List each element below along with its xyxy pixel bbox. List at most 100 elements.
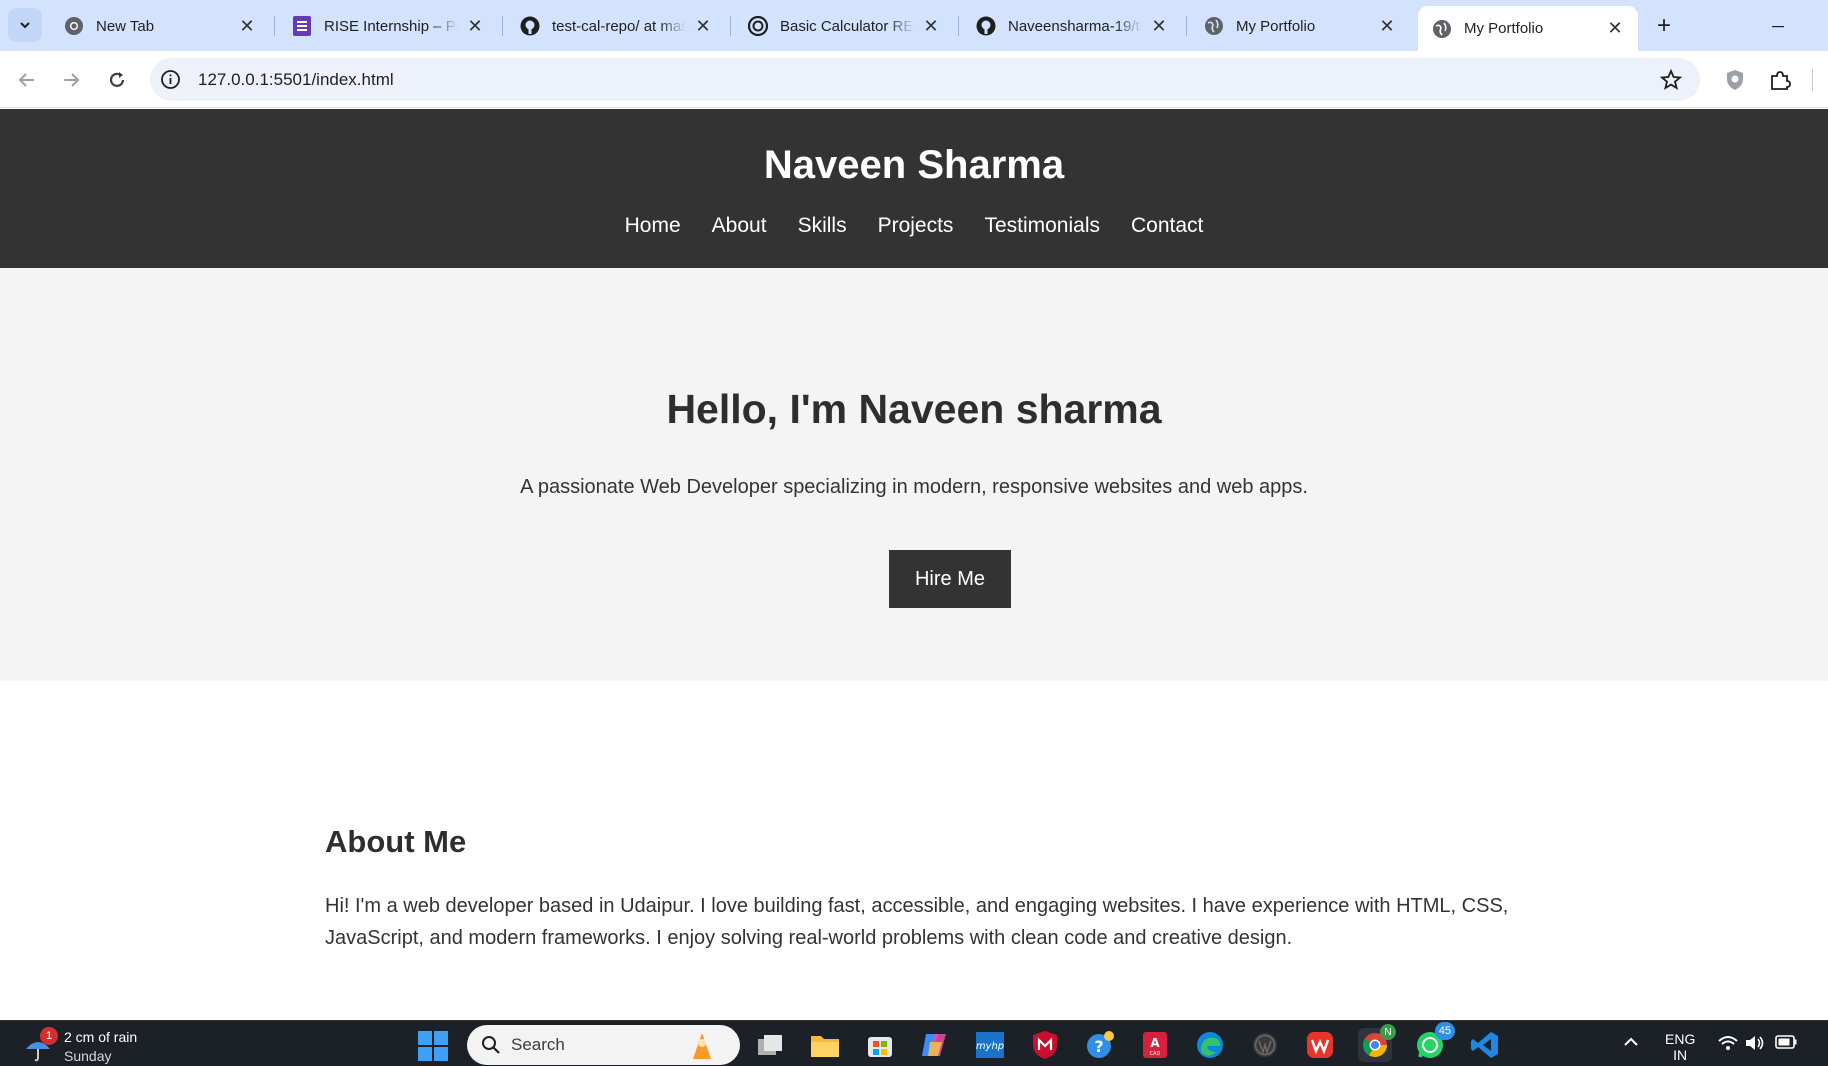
- tab-separator: [958, 16, 959, 36]
- tab-my-portfolio-active[interactable]: My Portfolio ✕: [1418, 6, 1638, 51]
- nav-link-testimonials[interactable]: Testimonials: [984, 214, 1100, 238]
- close-icon[interactable]: ✕: [464, 15, 486, 37]
- whatsapp-icon[interactable]: 45: [1413, 1022, 1455, 1062]
- myhp-icon[interactable]: myhp: [973, 1028, 1007, 1062]
- svg-text:CAD: CAD: [1150, 1051, 1161, 1057]
- battery-icon[interactable]: [1775, 1035, 1797, 1054]
- nav-link-contact[interactable]: Contact: [1131, 214, 1203, 238]
- tab-separator: [730, 16, 731, 36]
- nav-link-skills[interactable]: Skills: [798, 214, 847, 238]
- tab-separator: [502, 16, 503, 36]
- weather-summary: 2 cm of rain: [64, 1029, 138, 1045]
- site-name: Naveen Sharma: [763, 143, 1065, 187]
- nav-link-home[interactable]: Home: [625, 214, 681, 238]
- volume-icon[interactable]: [1745, 1034, 1765, 1057]
- task-view-icon[interactable]: [753, 1028, 787, 1062]
- google-forms-icon: [292, 16, 312, 36]
- extensions-puzzle-icon[interactable]: [1767, 67, 1793, 93]
- tab-title: New Tab: [96, 17, 155, 35]
- chrome-profile-badge: N: [1380, 1024, 1396, 1040]
- tab-separator: [1186, 16, 1187, 36]
- wifi-icon[interactable]: [1718, 1034, 1738, 1057]
- site-info-icon[interactable]: [160, 69, 181, 90]
- tab-title: Naveensharma-19/test: [1008, 17, 1142, 35]
- taskbar-search[interactable]: Search: [467, 1025, 740, 1065]
- search-label: Search: [511, 1035, 565, 1054]
- address-bar[interactable]: 127.0.0.1:5501/index.html: [150, 58, 1700, 101]
- copilot-icon[interactable]: [918, 1028, 952, 1062]
- arrow-left-icon: [18, 73, 34, 87]
- edge-icon[interactable]: [1193, 1028, 1227, 1062]
- mcafee-icon[interactable]: [1028, 1028, 1062, 1062]
- help-icon[interactable]: ?: [1083, 1028, 1117, 1062]
- tab-naveensharma-repo[interactable]: Naveensharma-19/test ✕: [962, 8, 1182, 44]
- reload-icon: [109, 72, 125, 87]
- language-indicator[interactable]: ENG IN: [1665, 1031, 1695, 1063]
- tab-title: test-cal-repo/ at master: [552, 17, 686, 35]
- nav-link-projects[interactable]: Projects: [878, 214, 954, 238]
- weather-day: Sunday: [64, 1048, 112, 1064]
- tab-my-portfolio[interactable]: My Portfolio ✕: [1190, 8, 1410, 44]
- shield-extension-icon[interactable]: [1722, 67, 1748, 93]
- about-heading: About Me: [325, 824, 467, 859]
- close-icon[interactable]: ✕: [692, 15, 714, 37]
- site-nav: Home About Skills Projects Testimonials …: [0, 214, 1828, 238]
- start-button[interactable]: [418, 1031, 448, 1061]
- taskbar: 1 2 cm of rain Sunday Search myhp ? A CAD: [0, 1020, 1828, 1066]
- svg-text:myhp: myhp: [976, 1041, 1004, 1052]
- chevron-down-icon: [20, 22, 30, 29]
- windows-logo-tile: [434, 1047, 448, 1061]
- windows-logo-tile: [418, 1031, 432, 1045]
- svg-text:A: A: [1150, 1036, 1160, 1050]
- wordpress-icon[interactable]: [1248, 1028, 1282, 1062]
- bookmark-star-icon[interactable]: [1659, 68, 1683, 91]
- tab-strip: New Tab ✕ RISE Internship – Project ✕ te…: [0, 0, 1828, 51]
- chrome-taskbar-icon[interactable]: N: [1358, 1024, 1396, 1062]
- openai-icon: [748, 16, 768, 36]
- chevron-up-icon[interactable]: [1622, 1033, 1640, 1056]
- about-section: About Me Hi! I'm a web developer based i…: [325, 824, 1525, 954]
- region-code: IN: [1673, 1047, 1688, 1063]
- browser-toolbar: 127.0.0.1:5501/index.html: [0, 51, 1828, 108]
- file-explorer-icon[interactable]: [808, 1028, 842, 1062]
- tab-new-tab[interactable]: New Tab ✕: [50, 8, 270, 44]
- tab-test-cal-repo[interactable]: test-cal-repo/ at master ✕: [506, 8, 726, 44]
- close-icon[interactable]: ✕: [1148, 15, 1170, 37]
- close-icon[interactable]: ✕: [1376, 15, 1398, 37]
- github-icon: [520, 16, 540, 36]
- tab-search-button[interactable]: [8, 8, 42, 42]
- minimize-button[interactable]: [1764, 12, 1792, 40]
- windows-logo-tile: [434, 1031, 448, 1045]
- svg-text:?: ?: [1094, 1037, 1103, 1056]
- nav-link-about[interactable]: About: [712, 214, 767, 238]
- close-icon[interactable]: ✕: [1604, 18, 1626, 40]
- weather-badge: 1: [40, 1027, 58, 1045]
- search-highlight-icon: [689, 1031, 715, 1061]
- vscode-icon[interactable]: [1468, 1028, 1502, 1062]
- close-icon[interactable]: ✕: [236, 15, 258, 37]
- forward-button[interactable]: [54, 63, 88, 97]
- windows-logo-tile: [418, 1047, 432, 1061]
- github-icon: [976, 16, 996, 36]
- site-header: Naveen Sharma Home About Skills Projects…: [0, 109, 1828, 268]
- arrow-right-icon: [64, 73, 80, 87]
- back-button[interactable]: [10, 63, 44, 97]
- tab-title: Basic Calculator REACT: [780, 17, 914, 35]
- language-code: ENG: [1665, 1031, 1696, 1047]
- tab-separator: [274, 16, 275, 36]
- new-tab-button[interactable]: +: [1650, 12, 1678, 40]
- weather-widget[interactable]: 1 2 cm of rain Sunday: [22, 1027, 172, 1066]
- reload-button[interactable]: [100, 63, 134, 97]
- hero-title: Hello, I'm Naveen sharma: [666, 386, 1162, 432]
- wps-office-icon[interactable]: [1303, 1028, 1337, 1062]
- page-viewport: Naveen Sharma Home About Skills Projects…: [0, 109, 1828, 1020]
- acrobat-icon[interactable]: A CAD: [1138, 1028, 1172, 1062]
- about-text: Hi! I'm a web developer based in Udaipur…: [325, 895, 1509, 949]
- close-icon[interactable]: ✕: [920, 15, 942, 37]
- tab-basic-calculator[interactable]: Basic Calculator REACT ✕: [734, 8, 954, 44]
- hire-me-button[interactable]: Hire Me: [889, 550, 1011, 608]
- microsoft-store-icon[interactable]: [863, 1028, 897, 1062]
- tab-rise-internship[interactable]: RISE Internship – Project ✕: [278, 8, 498, 44]
- chrome-icon: [64, 16, 84, 36]
- hero-section: Hello, I'm Naveen sharma A passionate We…: [0, 268, 1828, 681]
